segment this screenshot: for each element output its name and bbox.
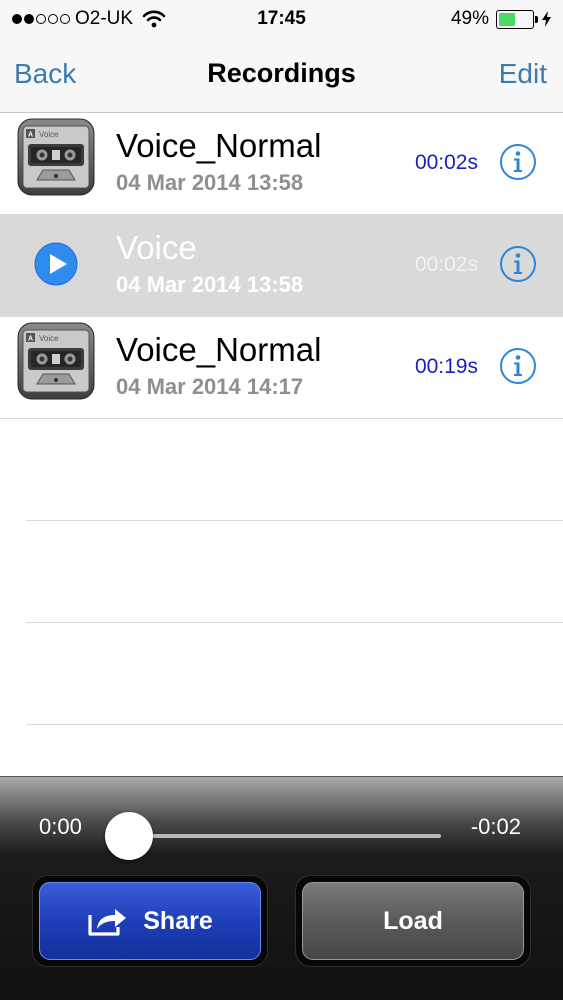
elapsed-time: 0:00 [39, 814, 82, 839]
info-icon[interactable] [499, 347, 537, 385]
load-button[interactable]: Load [302, 882, 524, 960]
share-button[interactable]: Share [39, 882, 261, 960]
cassette-icon: A Voice [17, 118, 95, 196]
battery-icon [496, 9, 534, 29]
recording-date: 04 Mar 2014 13:58 [116, 272, 304, 297]
navigation-bar: Back Recordings Edit [0, 40, 563, 113]
share-button-well: Share [32, 875, 268, 967]
share-button-label: Share [143, 906, 213, 935]
recording-duration: 00:02s [414, 253, 478, 276]
cassette-icon: A Voice [17, 322, 95, 400]
recordings-list: A Voice Voice_Normal 04 Mar 2014 13:58 0… [0, 113, 563, 725]
battery-fill [499, 12, 515, 26]
cassette-label: Voice [39, 130, 59, 139]
battery-percent: 49% [450, 8, 489, 29]
empty-row [26, 419, 563, 521]
recording-duration: 00:02s [414, 151, 478, 174]
svg-text:A: A [28, 336, 33, 343]
scrub-track[interactable] [128, 834, 441, 838]
info-icon[interactable] [499, 143, 537, 181]
recording-date: 04 Mar 2014 14:17 [116, 374, 304, 399]
status-bar: O2-UK 17:45 49% [0, 0, 563, 40]
cassette-label: Voice [39, 334, 59, 343]
empty-row [26, 521, 563, 623]
battery-nub [535, 15, 538, 23]
recording-row[interactable]: A Voice Voice_Normal 04 Mar 2014 13:58 0… [0, 113, 563, 215]
share-arrow-icon [88, 909, 127, 936]
recording-date: 04 Mar 2014 13:58 [116, 170, 304, 195]
edit-button[interactable]: Edit [499, 58, 547, 90]
scrub-thumb[interactable] [105, 812, 153, 860]
load-button-well: Load [295, 875, 531, 967]
info-icon[interactable] [499, 245, 537, 283]
remaining-time: -0:02 [470, 814, 521, 839]
recording-row[interactable]: A Voice Voice_Normal 04 Mar 2014 14:17 0… [0, 317, 563, 419]
empty-row [26, 623, 563, 725]
recording-duration: 00:19s [414, 355, 478, 378]
svg-text:A: A [28, 132, 33, 139]
status-right: 49% [451, 8, 551, 30]
bolt-icon [542, 11, 551, 27]
recording-title: Voice_Normal [116, 127, 322, 164]
recording-title: Voice [116, 229, 197, 266]
recording-title: Voice_Normal [116, 331, 322, 368]
load-button-label: Load [383, 906, 443, 935]
recording-row-selected[interactable]: Voice 04 Mar 2014 13:58 00:02s [0, 215, 563, 317]
play-icon[interactable] [17, 220, 95, 298]
page-title: Recordings [207, 58, 356, 88]
player-panel: 0:00 -0:02 Share Load [0, 776, 563, 1000]
